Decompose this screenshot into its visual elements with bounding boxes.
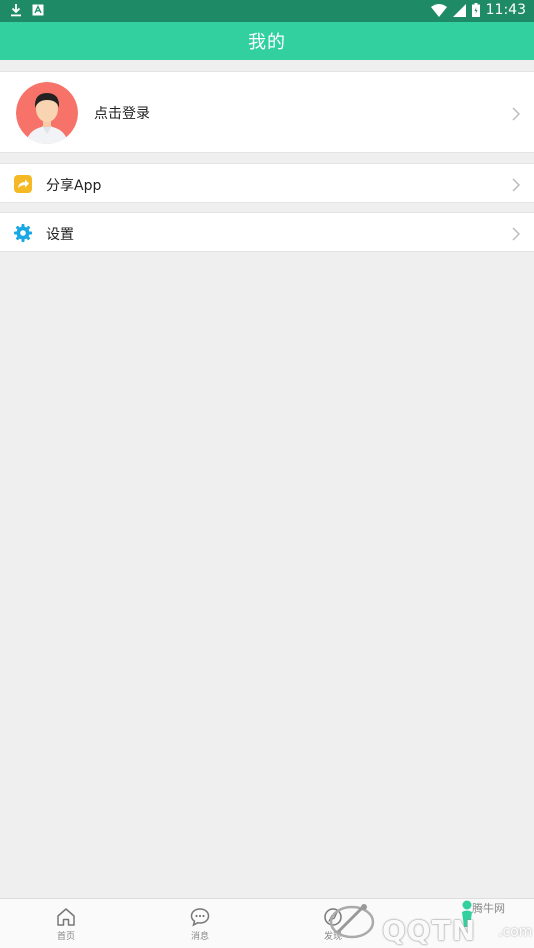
nav-item-home[interactable]: 首页 <box>36 907 96 942</box>
chevron-right-icon <box>511 177 521 192</box>
wifi-icon <box>430 3 447 17</box>
app-notification-icon <box>32 4 44 16</box>
message-icon <box>170 907 230 927</box>
menu-item-share[interactable]: 分享App <box>0 163 534 203</box>
download-icon <box>10 3 22 17</box>
watermark-com: .com <box>498 924 533 940</box>
battery-icon <box>471 3 480 17</box>
login-label: 点击登录 <box>94 106 150 122</box>
watermark-logo-icon <box>328 898 376 946</box>
clock: 11:43 <box>485 2 526 18</box>
share-label: 分享App <box>46 178 102 194</box>
page-title: 我的 <box>248 32 286 53</box>
chevron-right-icon <box>511 226 521 241</box>
nav-item-messages[interactable]: 消息 <box>170 907 230 942</box>
watermark-cn: 腾牛网 <box>472 902 505 915</box>
watermark-en: QQTN <box>382 914 477 947</box>
status-bar: 11:43 <box>0 0 534 22</box>
avatar <box>16 82 78 144</box>
settings-label: 设置 <box>46 227 74 243</box>
nav-label-messages: 消息 <box>190 932 209 942</box>
watermark: 腾牛网 QQTN .com <box>322 890 533 947</box>
menu-item-settings[interactable]: 设置 <box>0 212 534 252</box>
app-bar: 我的 <box>0 22 534 60</box>
home-icon <box>36 907 96 927</box>
login-row[interactable]: 点击登录 <box>0 71 534 153</box>
chevron-right-icon <box>511 106 521 121</box>
share-icon <box>14 175 32 193</box>
signal-icon <box>452 3 466 17</box>
nav-label-home: 首页 <box>56 932 75 942</box>
gear-icon <box>14 224 32 242</box>
